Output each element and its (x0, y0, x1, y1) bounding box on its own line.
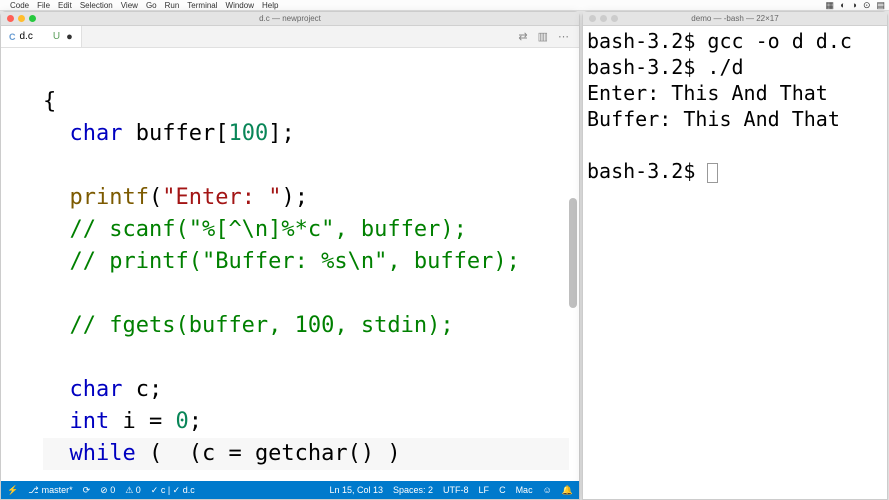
minimize-icon[interactable] (600, 15, 607, 22)
checks[interactable]: ✓ c | ✓ d.c (151, 485, 195, 496)
close-icon[interactable] (589, 15, 596, 22)
maximize-icon[interactable] (29, 15, 36, 22)
terminal-window: demo — -bash — 22×17 bash-3.2$ gcc -o d … (582, 11, 888, 500)
os[interactable]: Mac (516, 485, 533, 495)
macos-menubar: Code File Edit Selection View Go Run Ter… (0, 0, 889, 11)
c-file-icon: C (9, 32, 16, 42)
tab-d-c[interactable]: C d.c U ● (1, 26, 82, 47)
git-sync[interactable]: ⟳ (83, 485, 91, 496)
encoding[interactable]: UTF-8 (443, 485, 469, 495)
maximize-icon[interactable] (611, 15, 618, 22)
indent[interactable]: Spaces: 2 (393, 485, 433, 495)
window-title: d.c — newproject (259, 14, 321, 23)
remote-icon[interactable]: ⚡ (7, 485, 18, 496)
cursor-position[interactable]: Ln 15, Col 13 (329, 485, 383, 495)
eol[interactable]: LF (479, 485, 490, 495)
editor-tabbar: C d.c U ● ⇄ ▥ ⋯ (1, 26, 579, 48)
modified-indicator: ● (66, 31, 73, 43)
more-icon[interactable]: ⋯ (558, 30, 569, 43)
close-icon[interactable] (7, 15, 14, 22)
vscode-statusbar: ⚡ ⎇ master* ⟳ ⊘ 0 ⚠ 0 ✓ c | ✓ d.c Ln 15,… (1, 481, 579, 499)
status-icon[interactable]: ▦ (826, 0, 835, 11)
scrollbar-thumb[interactable] (569, 198, 577, 308)
terminal-cursor (707, 163, 718, 183)
menu-window[interactable]: Window (226, 1, 254, 10)
vscode-titlebar[interactable]: d.c — newproject (1, 12, 579, 26)
menu-run[interactable]: Run (165, 1, 180, 10)
git-branch[interactable]: ⎇ master* (28, 485, 72, 496)
menu-code[interactable]: Code (10, 1, 29, 10)
tab-label: d.c (20, 31, 33, 42)
menu-terminal[interactable]: Terminal (187, 1, 217, 10)
menu-go[interactable]: Go (146, 1, 157, 10)
menu-selection[interactable]: Selection (80, 1, 113, 10)
window-controls (589, 15, 618, 22)
bell-icon[interactable]: 🔔 (562, 485, 573, 496)
menu-edit[interactable]: Edit (58, 1, 72, 10)
status-icon[interactable]: ⊙ (863, 0, 871, 11)
code-editor[interactable]: { char buffer[100]; printf("Enter: "); /… (1, 48, 579, 481)
vscode-window: d.c — newproject C d.c U ● ⇄ ▥ ⋯ { char … (0, 11, 580, 500)
menubar-right-icons: ▦ ◐ ◑ ⊙ ▤ (826, 0, 885, 11)
compare-icon[interactable]: ⇄ (518, 30, 527, 43)
terminal-body[interactable]: bash-3.2$ gcc -o d d.c bash-3.2$ ./d Ent… (583, 26, 887, 499)
status-icon[interactable]: ▤ (876, 0, 885, 11)
errors[interactable]: ⊘ 0 (100, 485, 115, 496)
terminal-titlebar[interactable]: demo — -bash — 22×17 (583, 12, 887, 26)
status-icon[interactable]: ◐ (840, 0, 845, 11)
menu-help[interactable]: Help (262, 1, 278, 10)
feedback-icon[interactable]: ☺ (543, 485, 552, 495)
window-title: demo — -bash — 22×17 (691, 14, 778, 23)
git-status: U (53, 31, 60, 42)
minimize-icon[interactable] (18, 15, 25, 22)
menu-view[interactable]: View (121, 1, 138, 10)
status-icon[interactable]: ◑ (852, 0, 857, 11)
language[interactable]: C (499, 485, 506, 495)
window-controls (7, 15, 36, 22)
split-editor-icon[interactable]: ▥ (538, 30, 548, 43)
menu-file[interactable]: File (37, 1, 50, 10)
warnings[interactable]: ⚠ 0 (125, 485, 141, 496)
desktop: d.c — newproject C d.c U ● ⇄ ▥ ⋯ { char … (0, 11, 889, 500)
